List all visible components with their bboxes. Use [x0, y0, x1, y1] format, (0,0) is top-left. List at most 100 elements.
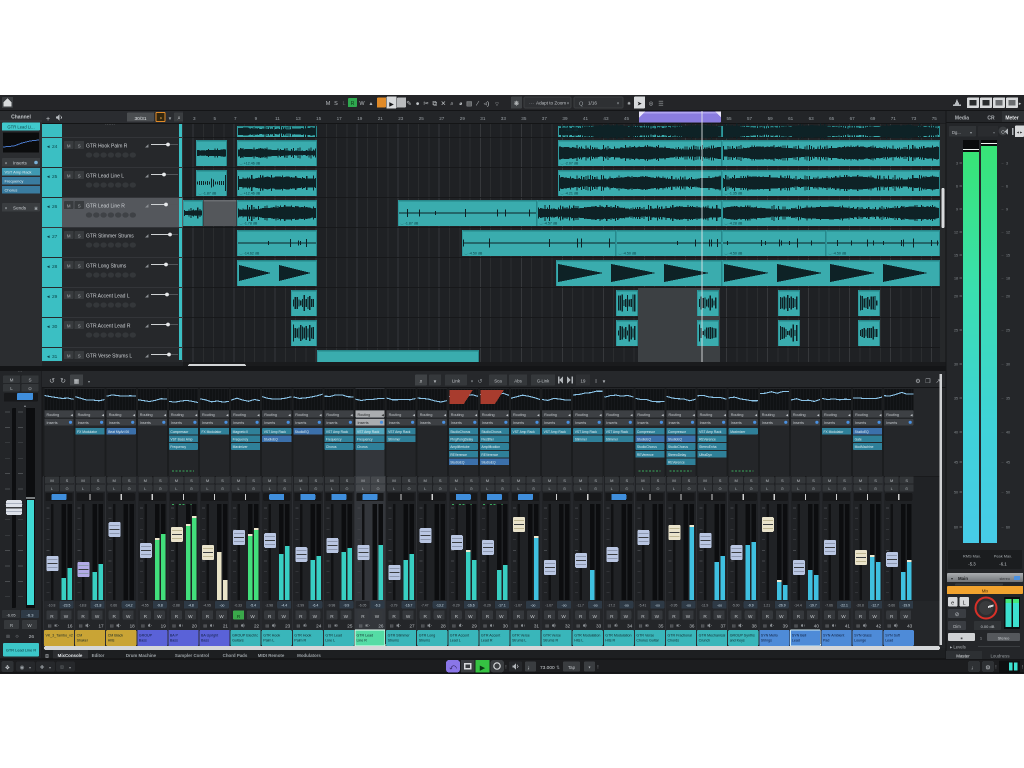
- svg-text:⊙: ⊙: [874, 486, 877, 491]
- svg-text:25: 25: [954, 329, 958, 333]
- svg-text:▤: ▤: [79, 624, 83, 628]
- svg-text:M: M: [735, 478, 738, 483]
- svg-text:Stereo: Stereo: [998, 635, 1011, 640]
- svg-text:StudioEQ: StudioEQ: [855, 430, 870, 434]
- svg-text:◡ -4.57 dB: ◡ -4.57 dB: [540, 222, 558, 226]
- svg-text:stereo: stereo: [999, 577, 1010, 581]
- svg-text:S: S: [594, 478, 597, 483]
- svg-text:Inserts: Inserts: [513, 421, 524, 425]
- svg-text:26: 26: [378, 624, 384, 629]
- svg-text:!: !: [1022, 665, 1023, 671]
- svg-text:L: L: [963, 601, 966, 607]
- svg-text:GTR Fractional: GTR Fractional: [668, 634, 693, 638]
- svg-text:S: S: [78, 293, 81, 298]
- svg-text:–: –: [1002, 363, 1004, 367]
- svg-text:◄: ◄: [46, 204, 50, 209]
- svg-text:⊙: ⊙: [781, 486, 784, 491]
- svg-text:◢: ◢: [145, 233, 149, 238]
- svg-text:▾: ▾: [588, 665, 590, 670]
- svg-text:Strums L: Strums L: [512, 639, 526, 643]
- svg-text:Inserts: Inserts: [575, 421, 586, 425]
- svg-text:37: 37: [720, 624, 726, 629]
- svg-text:3: 3: [956, 162, 958, 166]
- svg-text:VST Amp Rack: VST Amp Rack: [544, 430, 567, 434]
- svg-text:R: R: [797, 614, 801, 619]
- svg-text:S: S: [812, 478, 815, 483]
- svg-text:W: W: [313, 614, 318, 619]
- svg-text:-oo: -oo: [655, 604, 660, 608]
- svg-text:28: 28: [52, 264, 58, 270]
- svg-text:⊙: ⊙: [65, 486, 68, 491]
- svg-text:GTR Lead Li...: GTR Lead Li...: [7, 125, 34, 130]
- svg-text:Inserts: Inserts: [855, 421, 866, 425]
- svg-text:FX Modulator: FX Modulator: [202, 430, 223, 434]
- svg-text:M: M: [299, 478, 302, 483]
- svg-text:⊙: ⊙: [345, 486, 348, 491]
- svg-text:Q: Q: [579, 102, 584, 108]
- svg-text:▤: ▤: [545, 624, 549, 628]
- svg-text:-5.3: -5.3: [968, 562, 976, 567]
- svg-text:CM Black: CM Black: [108, 634, 124, 638]
- svg-text:✂: ✂: [423, 101, 429, 108]
- svg-text:◡ -4.50 dB: ◡ -4.50 dB: [725, 252, 743, 256]
- svg-text:⊜: ⊜: [648, 102, 653, 108]
- svg-text:▤: ▤: [328, 624, 332, 628]
- svg-text:Dg...: Dg...: [952, 130, 961, 135]
- svg-text:–: –: [1002, 397, 1004, 401]
- svg-text:◡ -4.57 dB: ◡ -4.57 dB: [561, 128, 579, 132]
- svg-text:23: 23: [398, 116, 404, 121]
- svg-text:GTR Accent Lead R: GTR Accent Lead R: [86, 324, 131, 330]
- svg-text:-2.88: -2.88: [172, 604, 180, 608]
- svg-text:W: W: [188, 614, 193, 619]
- svg-text:⌕: ⌕: [419, 379, 422, 385]
- svg-text:–: –: [1002, 461, 1004, 465]
- svg-text:18: 18: [130, 624, 136, 629]
- svg-text:Hits L: Hits L: [574, 639, 583, 643]
- svg-text:▾: ▾: [5, 161, 7, 166]
- svg-text:22: 22: [254, 624, 260, 629]
- svg-text:VST Amp Rack: VST Amp Rack: [5, 170, 32, 175]
- svg-text:30: 30: [954, 363, 958, 367]
- svg-text:S: S: [78, 323, 81, 328]
- svg-text:-17.2: -17.2: [607, 604, 615, 608]
- svg-text:Magneto II: Magneto II: [233, 430, 249, 434]
- svg-text:-13.2: -13.2: [436, 604, 444, 608]
- svg-text:35: 35: [954, 397, 958, 401]
- svg-text:SYN Soft: SYN Soft: [885, 634, 900, 638]
- svg-text:◄: ◄: [46, 264, 50, 269]
- svg-text:◕: ◕: [459, 101, 463, 108]
- svg-text:M: M: [579, 478, 582, 483]
- svg-text:9: 9: [255, 116, 258, 121]
- svg-text:-9.9: -9.9: [343, 604, 349, 608]
- svg-text:R: R: [641, 614, 645, 619]
- svg-text:GTR Lead Line L: GTR Lead Line L: [86, 174, 124, 180]
- svg-text:–: –: [1002, 185, 1004, 189]
- svg-text:-oo: -oo: [686, 604, 691, 608]
- svg-text:▤: ▤: [514, 624, 518, 628]
- svg-text:-7.66: -7.66: [825, 604, 833, 608]
- svg-text:R: R: [268, 614, 272, 619]
- svg-text:Inserts: Inserts: [109, 421, 120, 425]
- svg-text:GTR Lead Line R: GTR Lead Line R: [86, 204, 125, 210]
- svg-text:-0.29: -0.29: [483, 604, 491, 608]
- svg-text:VK_3_Tambo_v2: VK_3_Tambo_v2: [46, 634, 73, 638]
- svg-text:⇅: ⇅: [556, 665, 560, 670]
- svg-text:⋯: ⋯: [18, 370, 23, 376]
- svg-text:-1.67: -1.67: [545, 604, 553, 608]
- svg-text:-19.9: -19.9: [902, 604, 910, 608]
- svg-text:19: 19: [161, 624, 167, 629]
- svg-text:S: S: [905, 478, 908, 483]
- svg-text:Inserts: Inserts: [358, 421, 369, 425]
- svg-text:–: –: [1002, 295, 1004, 299]
- svg-text:◉: ◉: [20, 665, 25, 671]
- svg-text:▾: ▾: [617, 101, 619, 106]
- svg-text:45: 45: [1006, 461, 1010, 465]
- svg-text:-0.33: -0.33: [234, 604, 242, 608]
- svg-text:-18.8: -18.8: [79, 604, 87, 608]
- svg-text:S: S: [283, 478, 286, 483]
- svg-text:26: 26: [29, 634, 35, 640]
- svg-text:M: M: [361, 478, 364, 483]
- svg-text:StudioEQ: StudioEQ: [295, 430, 310, 434]
- svg-text:59: 59: [768, 116, 774, 121]
- svg-text:Routing: Routing: [793, 413, 806, 417]
